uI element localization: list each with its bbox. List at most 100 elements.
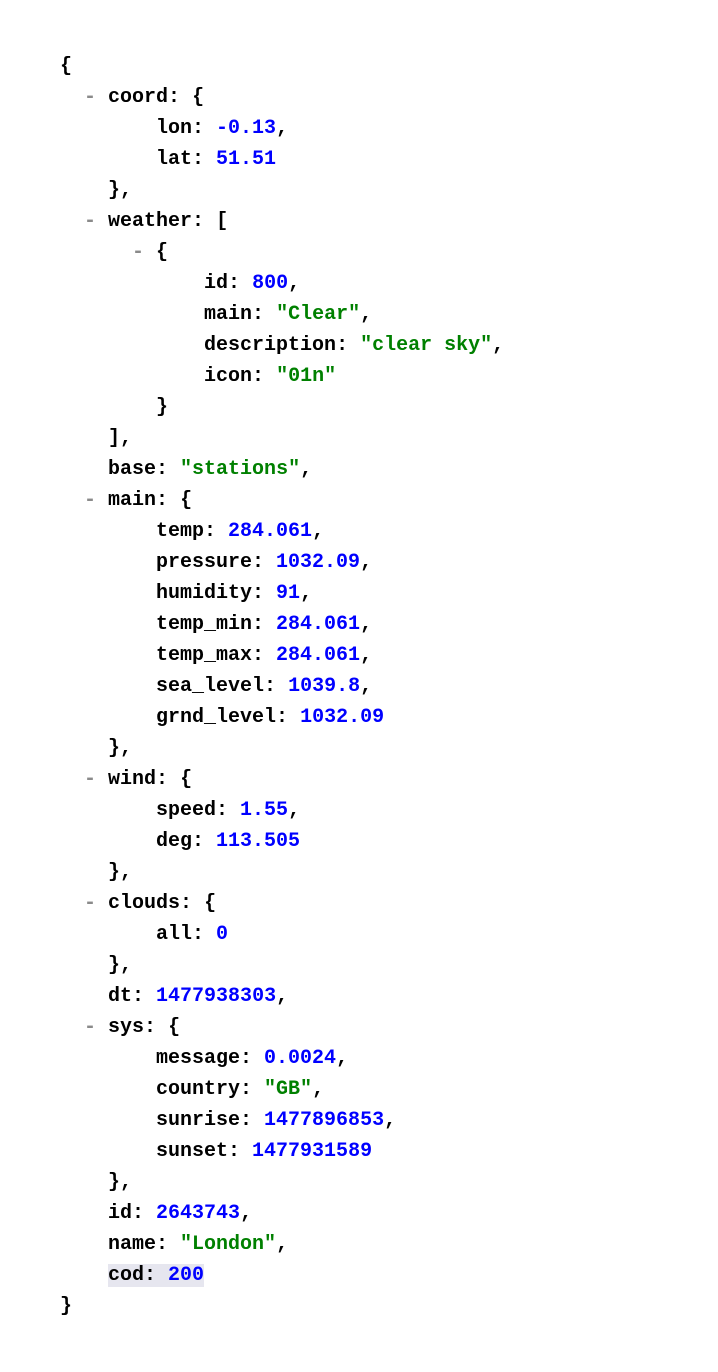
colon: : xyxy=(276,706,300,729)
key-clouds-all: all xyxy=(156,923,192,946)
comma: , xyxy=(240,1202,252,1225)
colon: : xyxy=(132,1202,156,1225)
value-name: "London" xyxy=(180,1233,276,1256)
value-grnd-level: 1032.09 xyxy=(300,706,384,729)
comma: , xyxy=(360,613,372,636)
key-cod: cod xyxy=(108,1264,144,1287)
colon: : xyxy=(204,520,228,543)
colon: : xyxy=(228,272,252,295)
sys-close-brace: } xyxy=(108,1171,120,1194)
value-sea-level: 1039.8 xyxy=(288,675,360,698)
key-id: id xyxy=(108,1202,132,1225)
clouds-close-brace: } xyxy=(108,954,120,977)
value-clouds-all: 0 xyxy=(216,923,228,946)
main-close-brace: } xyxy=(108,737,120,760)
value-sys-sunset: 1477931589 xyxy=(252,1140,372,1163)
key-sys-message: message xyxy=(156,1047,240,1070)
key-weather-icon: icon xyxy=(204,365,252,388)
key-lat: lat xyxy=(156,148,192,171)
value-temp-min: 284.061 xyxy=(276,613,360,636)
comma: , xyxy=(336,1047,348,1070)
key-weather-main: main xyxy=(204,303,252,326)
colon: : xyxy=(228,1140,252,1163)
value-humidity: 91 xyxy=(276,582,300,605)
clouds-open-brace: { xyxy=(204,892,216,915)
colon: : xyxy=(144,1264,168,1287)
colon: : xyxy=(252,551,276,574)
value-weather-icon: "01n" xyxy=(276,365,336,388)
comma: , xyxy=(312,520,324,543)
colon: : xyxy=(156,768,180,791)
root-open-brace: { xyxy=(60,55,72,78)
value-temp-max: 284.061 xyxy=(276,644,360,667)
key-lon: lon xyxy=(156,117,192,140)
weather-close-bracket: ] xyxy=(108,427,120,450)
comma: , xyxy=(300,458,312,481)
value-weather-main: "Clear" xyxy=(276,303,360,326)
colon: : xyxy=(240,1109,264,1132)
weather-item-open-brace: { xyxy=(156,241,168,264)
value-pressure: 1032.09 xyxy=(276,551,360,574)
key-weather-description: description xyxy=(204,334,336,357)
colon: : xyxy=(168,86,192,109)
comma: , xyxy=(360,644,372,667)
value-weather-id: 800 xyxy=(252,272,288,295)
value-sys-country: "GB" xyxy=(264,1078,312,1101)
colon: : xyxy=(156,489,180,512)
key-weather: weather xyxy=(108,210,192,233)
toggle-weather[interactable]: - xyxy=(84,210,108,233)
value-temp: 284.061 xyxy=(228,520,312,543)
wind-close-brace: } xyxy=(108,861,120,884)
colon: : xyxy=(216,799,240,822)
colon: : xyxy=(240,1078,264,1101)
key-deg: deg xyxy=(156,830,192,853)
comma: , xyxy=(120,179,132,202)
coord-close-brace: } xyxy=(108,179,120,202)
colon: : xyxy=(264,675,288,698)
colon: : xyxy=(144,1016,168,1039)
toggle-clouds[interactable]: - xyxy=(84,892,108,915)
key-sys-country: country xyxy=(156,1078,240,1101)
colon: : xyxy=(180,892,204,915)
toggle-weather-item[interactable]: - xyxy=(132,241,156,264)
highlighted-cod-row: cod: 200 xyxy=(108,1264,204,1287)
key-sea-level: sea_level xyxy=(156,675,264,698)
value-sys-sunrise: 1477896853 xyxy=(264,1109,384,1132)
key-sys: sys xyxy=(108,1016,144,1039)
colon: : xyxy=(240,1047,264,1070)
key-clouds: clouds xyxy=(108,892,180,915)
key-sys-sunset: sunset xyxy=(156,1140,228,1163)
colon: : xyxy=(192,210,216,233)
key-weather-id: id xyxy=(204,272,228,295)
comma: , xyxy=(492,334,504,357)
colon: : xyxy=(336,334,360,357)
value-base: "stations" xyxy=(180,458,300,481)
key-dt: dt xyxy=(108,985,132,1008)
comma: , xyxy=(276,1233,288,1256)
comma: , xyxy=(120,861,132,884)
value-speed: 1.55 xyxy=(240,799,288,822)
comma: , xyxy=(120,427,132,450)
colon: : xyxy=(156,458,180,481)
colon: : xyxy=(252,582,276,605)
value-lon: -0.13 xyxy=(216,117,276,140)
value-sys-message: 0.0024 xyxy=(264,1047,336,1070)
sys-open-brace: { xyxy=(168,1016,180,1039)
toggle-sys[interactable]: - xyxy=(84,1016,108,1039)
value-dt: 1477938303 xyxy=(156,985,276,1008)
key-temp-max: temp_max xyxy=(156,644,252,667)
wind-open-brace: { xyxy=(180,768,192,791)
toggle-coord[interactable]: - xyxy=(84,86,108,109)
toggle-main[interactable]: - xyxy=(84,489,108,512)
key-temp-min: temp_min xyxy=(156,613,252,636)
weather-open-bracket: [ xyxy=(216,210,228,233)
main-open-brace: { xyxy=(180,489,192,512)
key-humidity: humidity xyxy=(156,582,252,605)
key-temp: temp xyxy=(156,520,204,543)
comma: , xyxy=(276,985,288,1008)
toggle-wind[interactable]: - xyxy=(84,768,108,791)
colon: : xyxy=(252,613,276,636)
comma: , xyxy=(300,582,312,605)
comma: , xyxy=(288,272,300,295)
key-wind: wind xyxy=(108,768,156,791)
